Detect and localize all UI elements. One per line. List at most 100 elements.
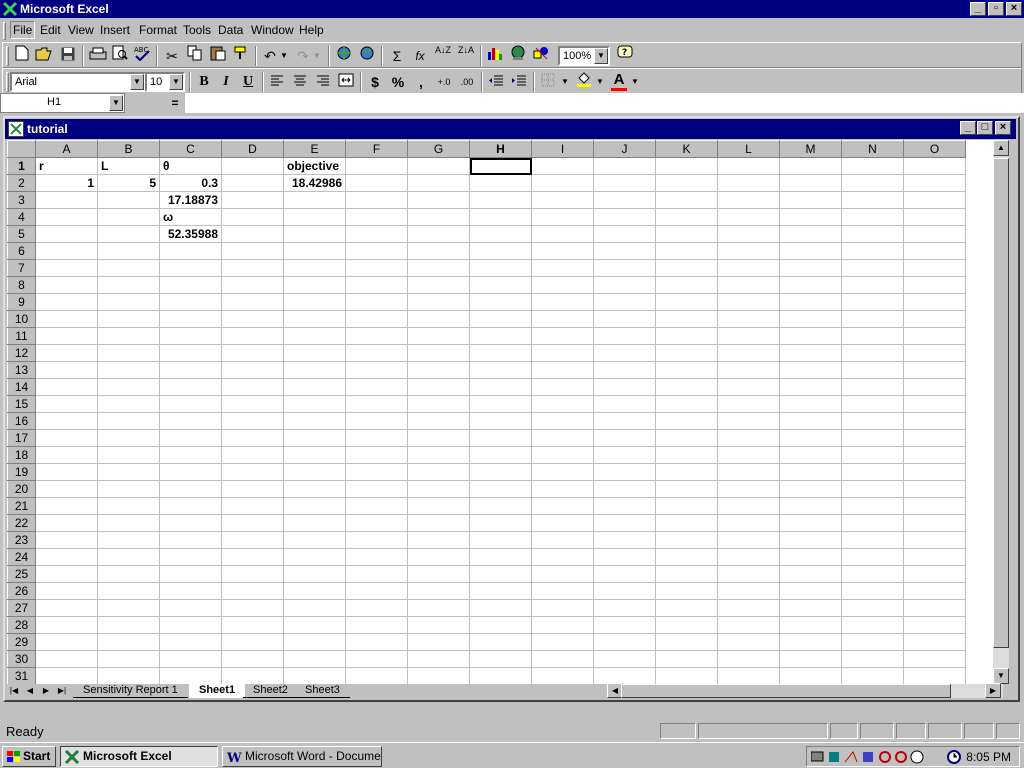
cell-c13[interactable] [159, 361, 222, 379]
cell-l16[interactable] [717, 412, 780, 430]
cell-i20[interactable] [531, 480, 594, 498]
cell-m25[interactable] [779, 565, 842, 583]
cell-f21[interactable] [345, 497, 408, 515]
name-box[interactable]: H1 ▼ [0, 93, 125, 113]
cell-i3[interactable] [531, 191, 594, 209]
cell-h28[interactable] [469, 616, 532, 634]
excel-app-icon[interactable] [2, 1, 18, 17]
cell-e29[interactable] [283, 633, 346, 651]
cell-k2[interactable] [655, 174, 718, 192]
cell-k17[interactable] [655, 429, 718, 447]
cell-a8[interactable] [35, 276, 98, 294]
cell-a30[interactable] [35, 650, 98, 668]
cell-l31[interactable] [717, 667, 780, 684]
cell-h11[interactable] [469, 327, 532, 345]
cell-k1[interactable] [655, 157, 718, 175]
cell-h20[interactable] [469, 480, 532, 498]
cell-m8[interactable] [779, 276, 842, 294]
cell-n9[interactable] [841, 293, 904, 311]
cell-j8[interactable] [593, 276, 656, 294]
row-header[interactable]: 26 [7, 582, 36, 600]
cell-n23[interactable] [841, 531, 904, 549]
cell-f30[interactable] [345, 650, 408, 668]
cell-o17[interactable] [903, 429, 966, 447]
close-button[interactable]: × [1006, 2, 1022, 16]
cell-c22[interactable] [159, 514, 222, 532]
cell-n13[interactable] [841, 361, 904, 379]
cell-o13[interactable] [903, 361, 966, 379]
row-header[interactable]: 28 [7, 616, 36, 634]
select-all-corner[interactable] [7, 140, 36, 158]
cell-m2[interactable] [779, 174, 842, 192]
column-header-k[interactable]: K [655, 140, 718, 158]
cell-k6[interactable] [655, 242, 718, 260]
cell-i11[interactable] [531, 327, 594, 345]
bold-button[interactable]: B [193, 71, 215, 93]
cell-f24[interactable] [345, 548, 408, 566]
cell-c25[interactable] [159, 565, 222, 583]
column-header-l[interactable]: L [717, 140, 780, 158]
cell-c27[interactable] [159, 599, 222, 617]
spelling-icon[interactable]: ABC [131, 45, 153, 67]
cell-d22[interactable] [221, 514, 284, 532]
cell-d31[interactable] [221, 667, 284, 684]
cell-l17[interactable] [717, 429, 780, 447]
tab-sensitivity-report-1[interactable]: Sensitivity Report 1 [73, 684, 188, 698]
cell-e22[interactable] [283, 514, 346, 532]
menu-file[interactable]: File [10, 21, 36, 39]
cell-j2[interactable] [593, 174, 656, 192]
menu-edit[interactable]: Edit [40, 23, 61, 37]
cell-o3[interactable] [903, 191, 966, 209]
cell-b13[interactable] [97, 361, 160, 379]
cell-k8[interactable] [655, 276, 718, 294]
format-painter-icon[interactable] [230, 45, 252, 67]
paste-function-icon[interactable]: fx [409, 45, 431, 67]
scroll-right-icon[interactable]: ▶ [985, 683, 1001, 698]
horizontal-scroll-thumb[interactable] [621, 684, 951, 698]
cell-c21[interactable] [159, 497, 222, 515]
cell-a11[interactable] [35, 327, 98, 345]
cell-b14[interactable] [97, 378, 160, 396]
minimize-button[interactable]: _ [970, 2, 986, 16]
cell-e27[interactable] [283, 599, 346, 617]
cell-g15[interactable] [407, 395, 470, 413]
cell-c5[interactable]: 52.35988 [159, 225, 222, 243]
row-header[interactable]: 4 [7, 208, 36, 226]
cell-j26[interactable] [593, 582, 656, 600]
cell-g24[interactable] [407, 548, 470, 566]
row-header[interactable]: 21 [7, 497, 36, 515]
cell-k9[interactable] [655, 293, 718, 311]
cell-c4[interactable]: ω [159, 208, 222, 226]
cell-e25[interactable] [283, 565, 346, 583]
cell-l23[interactable] [717, 531, 780, 549]
cell-l9[interactable] [717, 293, 780, 311]
fill-color-dropdown-icon[interactable]: ▼ [594, 71, 606, 93]
cell-b7[interactable] [97, 259, 160, 277]
cell-g19[interactable] [407, 463, 470, 481]
row-header[interactable]: 20 [7, 480, 36, 498]
cell-h15[interactable] [469, 395, 532, 413]
drawing-icon[interactable] [530, 45, 552, 67]
cell-a6[interactable] [35, 242, 98, 260]
cell-c28[interactable] [159, 616, 222, 634]
cell-d17[interactable] [221, 429, 284, 447]
cell-h24[interactable] [469, 548, 532, 566]
cell-k14[interactable] [655, 378, 718, 396]
comma-button[interactable]: , [410, 71, 432, 93]
next-sheet-icon[interactable]: ▶ [39, 684, 53, 698]
cell-b16[interactable] [97, 412, 160, 430]
cell-f23[interactable] [345, 531, 408, 549]
cell-j10[interactable] [593, 310, 656, 328]
cell-c7[interactable] [159, 259, 222, 277]
cell-o5[interactable] [903, 225, 966, 243]
row-header[interactable]: 7 [7, 259, 36, 277]
cell-i7[interactable] [531, 259, 594, 277]
percent-button[interactable]: % [387, 71, 409, 93]
cell-k23[interactable] [655, 531, 718, 549]
cell-n17[interactable] [841, 429, 904, 447]
cell-m23[interactable] [779, 531, 842, 549]
cell-o25[interactable] [903, 565, 966, 583]
toolbar-grip[interactable] [6, 46, 9, 66]
cell-d1[interactable] [221, 157, 284, 175]
column-header-h[interactable]: H [469, 140, 532, 158]
